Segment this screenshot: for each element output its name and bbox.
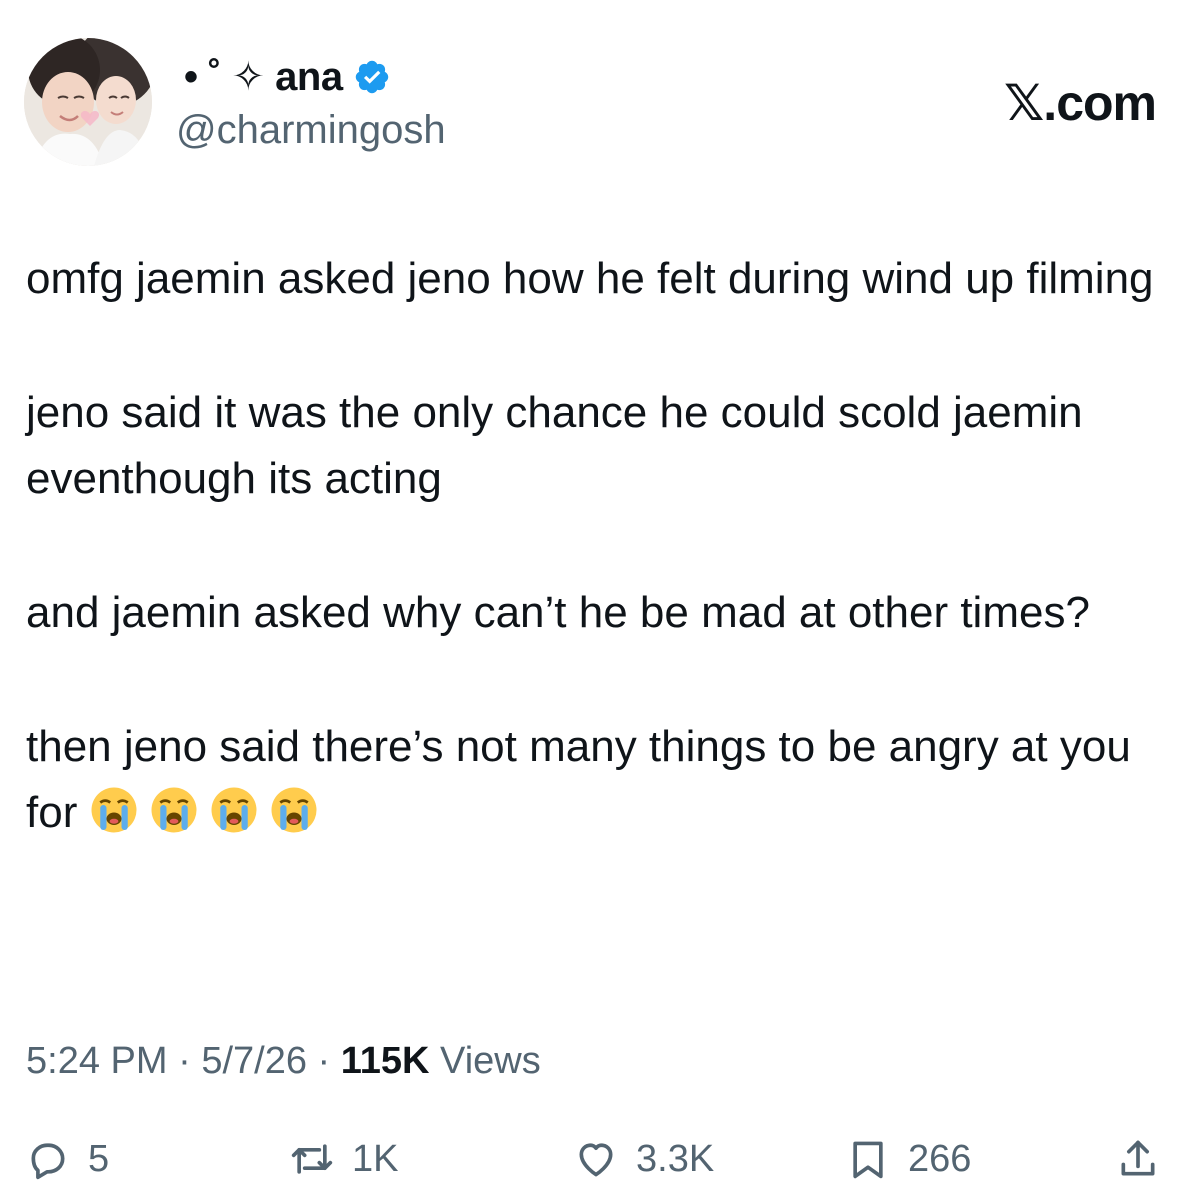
repost-icon xyxy=(291,1144,333,1174)
author-name-row[interactable]: • ˚ ✧ ana xyxy=(184,52,391,102)
like-button[interactable]: 3.3K xyxy=(574,1124,714,1194)
verified-badge-icon xyxy=(355,60,388,94)
avatar-photo xyxy=(24,38,152,166)
like-count: 3.3K xyxy=(636,1137,715,1180)
heart-icon xyxy=(579,1143,613,1177)
repost-count: 1K xyxy=(352,1137,399,1180)
reply-button[interactable]: 5 xyxy=(26,1124,109,1194)
views-count: 115K xyxy=(340,1040,430,1082)
loudly-crying-face-icon xyxy=(91,787,137,833)
reply-count: 5 xyxy=(88,1137,110,1180)
bookmark-icon xyxy=(853,1141,883,1179)
bookmark-button[interactable]: 266 xyxy=(846,1124,971,1194)
profile-avatar[interactable] xyxy=(24,38,152,166)
loudly-crying-face-icon xyxy=(151,787,197,833)
tweet-actions-bar: 5 1K 3.3K 266 xyxy=(0,1124,1198,1194)
meta-separator: · xyxy=(306,1040,341,1082)
tweet-time[interactable]: 5:24 PM xyxy=(26,1040,168,1082)
meta-separator: · xyxy=(167,1040,202,1082)
repost-button[interactable]: 1K xyxy=(290,1124,398,1194)
crying-emoji-group xyxy=(79,780,319,846)
share-icon xyxy=(1121,1140,1155,1176)
x-com-logo: 𝕏.com xyxy=(1004,75,1157,131)
tweet-meta: 5:24 PM · 5/7/26 · 115K Views xyxy=(26,1040,541,1083)
reply-icon xyxy=(31,1143,65,1180)
tweet-body: omfg jaemin asked jeno how he felt durin… xyxy=(26,246,1176,914)
tweet-paragraph: omfg jaemin asked jeno how he felt durin… xyxy=(26,254,1154,303)
tweet-date[interactable]: 5/7/26 xyxy=(201,1040,307,1082)
bookmark-count: 266 xyxy=(908,1137,972,1180)
views-label: Views xyxy=(429,1040,541,1082)
loudly-crying-face-icon xyxy=(271,787,317,833)
author-handle[interactable]: @charmingosh xyxy=(176,108,446,153)
tweet-paragraph-last: then jeno said there’s not many things t… xyxy=(26,714,1176,846)
share-button[interactable] xyxy=(1116,1124,1160,1194)
tweet-paragraph: and jaemin asked why can’t he be mad at … xyxy=(26,588,1090,637)
tweet-paragraph: jeno said it was the only chance he coul… xyxy=(26,388,1095,503)
tweet-header: • ˚ ✧ ana @charmingosh 𝕏.com xyxy=(24,34,1174,174)
loudly-crying-face-icon xyxy=(211,787,257,833)
author-display-name[interactable]: • ˚ ✧ ana xyxy=(184,54,343,100)
